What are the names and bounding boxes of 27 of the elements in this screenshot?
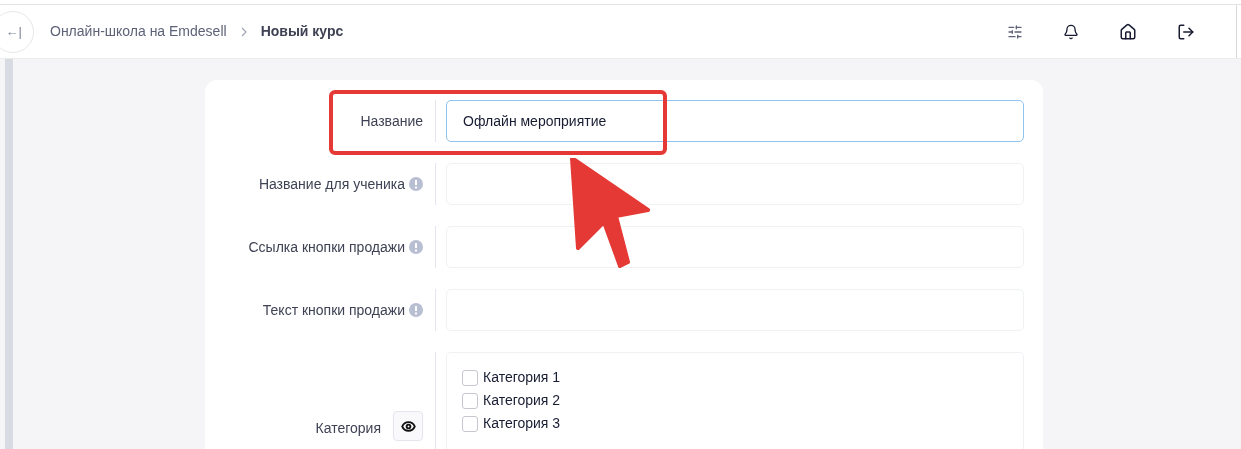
eye-icon [400,418,416,434]
checkbox-label: Категория 3 [483,414,561,433]
field-label: Ссылка кнопки продажи [248,237,405,257]
field-label: Категория [315,419,381,438]
breadcrumb[interactable]: Онлайн-школа на Emdesell [50,21,227,42]
field-label: Название [360,111,423,131]
checkbox[interactable] [462,369,478,386]
checkbox-label: Категория 1 [483,368,561,387]
checkbox-label: Категория 2 [483,391,561,410]
checkbox[interactable] [462,392,478,409]
info-icon [409,240,423,254]
breadcrumb: Новый курс [260,22,344,41]
text-field[interactable] [446,163,1024,205]
info-icon [409,303,423,317]
text-field[interactable]: Офлайн мероприятие [446,100,1024,142]
visibility-button[interactable] [393,411,423,441]
checkbox[interactable] [462,415,478,432]
chevron-icon [240,26,247,37]
home-icon[interactable] [1119,22,1137,41]
collapse-button[interactable]: ←| [0,11,34,53]
bell-icon[interactable] [1063,23,1079,40]
text-field[interactable] [446,226,1024,268]
logout-icon[interactable] [1177,22,1195,41]
info-icon [409,177,423,191]
field-label: Текст кнопки продажи [262,300,405,320]
sliders-icon[interactable] [1007,23,1023,40]
field-label: Название для ученика [258,174,405,194]
